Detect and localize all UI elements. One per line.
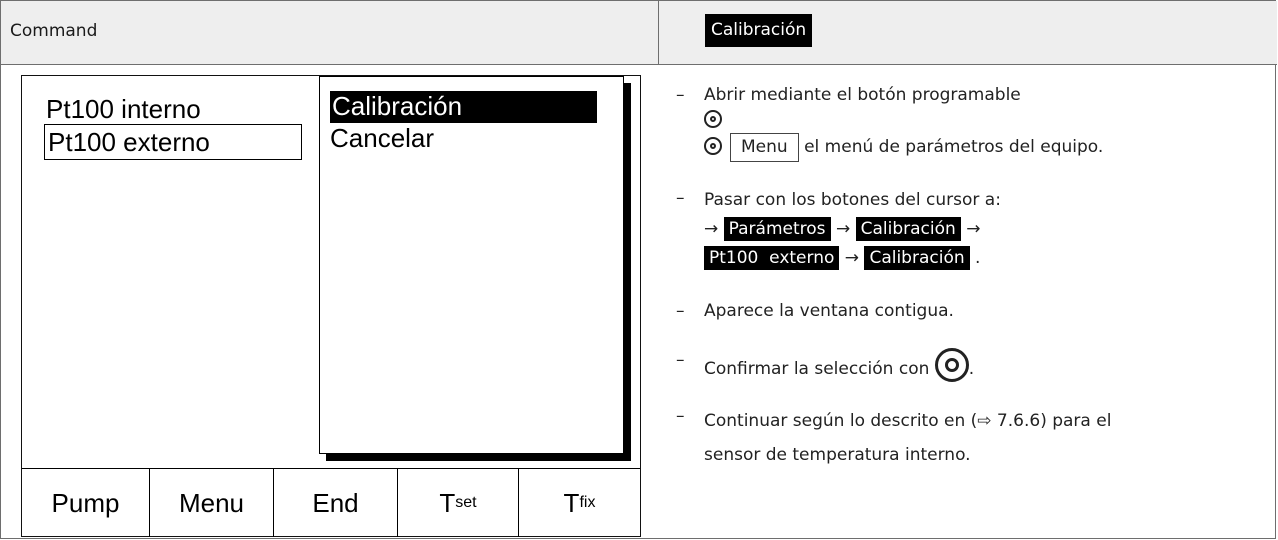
- chip-pt100-externo: Pt100 externo: [704, 246, 840, 270]
- popup-item-calibracion[interactable]: Calibración: [330, 91, 597, 123]
- chip-calibracion-2: Calibración: [864, 246, 970, 270]
- step-4: Confirmar la selección con .: [704, 348, 974, 382]
- header-divider: [1, 64, 1277, 65]
- bullet-dash: –: [676, 406, 685, 426]
- step-2-period: .: [975, 248, 981, 268]
- softkey-end[interactable]: End: [274, 469, 398, 537]
- bullet-dash: –: [676, 350, 685, 370]
- popup-menu: Calibración Cancelar: [319, 76, 624, 454]
- step-3-text: Aparece la ventana contigua.: [704, 301, 954, 321]
- bullet-dash: –: [676, 85, 685, 105]
- step-4-text: Confirmar la selección con: [704, 359, 930, 379]
- arrow-icon: →: [966, 219, 981, 239]
- header-calibracion: Calibración: [705, 14, 813, 47]
- step-4-period: .: [968, 359, 975, 379]
- sensor-pt100-externo[interactable]: Pt100 externo: [44, 124, 302, 160]
- instruction-table: Command Calibración Pt100 interno Pt100 …: [0, 0, 1277, 539]
- arrow-icon: →: [835, 219, 851, 239]
- step-5-line-2: sensor de temperatura interno.: [704, 445, 971, 465]
- knob-icon: [704, 137, 722, 155]
- header-left: Command: [1, 1, 659, 64]
- softkey-tset-label: T: [439, 487, 456, 518]
- softkey-tset[interactable]: Tset: [398, 469, 519, 537]
- header-right: Calibración: [659, 1, 1277, 64]
- bullet-dash: –: [676, 188, 685, 208]
- softkey-menu-label: Menu: [178, 487, 245, 518]
- step-1: Abrir mediante el botón programable Menu…: [704, 83, 1103, 162]
- sensor-pt100-interno[interactable]: Pt100 interno: [46, 94, 201, 124]
- softkey-bar: Pump Menu End Tset Tfix: [22, 468, 640, 537]
- step-1-tail: el menú de parámetros del equipo.: [804, 137, 1104, 157]
- step-5: Continuar según lo descrito en (⇨ 7.6.6)…: [704, 404, 1111, 472]
- device-display: Pt100 interno Pt100 externo Calibración …: [21, 75, 641, 537]
- arrow-icon: →: [704, 219, 719, 239]
- softkey-pump-label: Pump: [51, 487, 120, 518]
- arrow-icon: →: [844, 248, 860, 268]
- header-command: Command: [10, 21, 98, 41]
- step-5-line-1: Continuar según lo descrito en (⇨ 7.6.6)…: [704, 411, 1112, 431]
- softkey-pump[interactable]: Pump: [22, 469, 150, 537]
- softkey-tfix[interactable]: Tfix: [519, 469, 640, 537]
- knob-icon: [934, 348, 969, 382]
- chip-parametros: Parámetros: [723, 217, 831, 241]
- knob-icon: [704, 110, 722, 128]
- softkey-menu[interactable]: Menu: [150, 469, 274, 537]
- menu-softkey-label: Menu: [730, 133, 799, 162]
- popup-item-cancelar[interactable]: Cancelar: [330, 123, 434, 153]
- softkey-tset-sub: set: [455, 494, 477, 511]
- softkey-tfix-label: T: [563, 487, 580, 518]
- step-2-text: Pasar con los botones del cursor a:: [704, 190, 1001, 210]
- chip-calibracion: Calibración: [855, 217, 961, 241]
- step-1-text: Abrir mediante el botón programable: [704, 85, 1021, 105]
- step-3: Aparece la ventana contigua.: [704, 299, 954, 324]
- softkey-end-label: End: [312, 487, 359, 518]
- step-2: Pasar con los botones del cursor a: → Pa…: [704, 186, 1001, 273]
- softkey-tfix-sub: fix: [579, 494, 596, 511]
- bullet-dash: –: [676, 301, 685, 321]
